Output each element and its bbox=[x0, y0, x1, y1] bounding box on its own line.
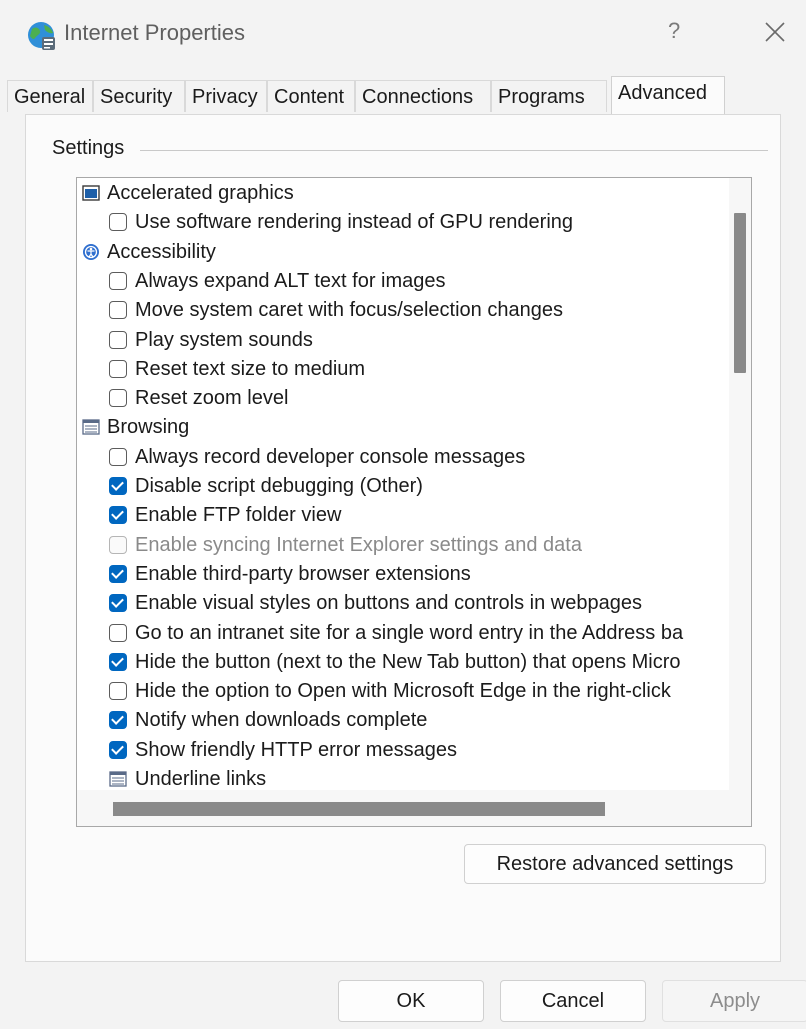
settings-option[interactable]: Show friendly HTTP error messages bbox=[77, 736, 727, 764]
setting-label: Accelerated graphics bbox=[107, 182, 294, 204]
horizontal-scrollbar[interactable] bbox=[77, 790, 751, 826]
settings-option[interactable]: Play system sounds bbox=[77, 326, 727, 354]
window-title: Internet Properties bbox=[64, 20, 245, 45]
option-checkbox[interactable] bbox=[109, 564, 127, 583]
settings-category[interactable]: Browsing bbox=[77, 413, 727, 441]
restore-advanced-settings-button[interactable]: Restore advanced settings bbox=[464, 844, 766, 884]
setting-label: Underline links bbox=[135, 768, 267, 790]
setting-label: Hide the option to Open with Microsoft E… bbox=[135, 680, 671, 703]
setting-label: Enable FTP folder view bbox=[135, 504, 342, 527]
settings-option[interactable]: Use software rendering instead of GPU re… bbox=[77, 208, 727, 236]
help-button[interactable]: ? bbox=[668, 18, 680, 44]
option-checkbox[interactable] bbox=[109, 389, 127, 408]
option-checkbox[interactable] bbox=[109, 711, 127, 730]
settings-option[interactable]: Always record developer console messages bbox=[77, 443, 727, 471]
dialog-footer: OK Cancel Apply bbox=[0, 962, 806, 1029]
option-checkbox[interactable] bbox=[109, 447, 127, 466]
advanced-panel: Settings Accelerated graphics Use softwar… bbox=[25, 114, 781, 962]
settings-option[interactable]: Enable third-party browser extensions bbox=[77, 560, 727, 588]
setting-label: Reset text size to medium bbox=[135, 357, 366, 380]
setting-label: Accessibility bbox=[107, 240, 216, 263]
setting-label: Go to an intranet site for a single word… bbox=[135, 621, 684, 644]
settings-option[interactable]: Notify when downloads complete bbox=[77, 706, 727, 734]
setting-label: Use software rendering instead of GPU re… bbox=[135, 211, 574, 234]
option-checkbox[interactable] bbox=[109, 652, 127, 671]
settings-option[interactable]: Hide the option to Open with Microsoft E… bbox=[77, 677, 727, 705]
accessibility-icon bbox=[83, 243, 99, 260]
list-icon bbox=[82, 419, 100, 436]
vertical-scroll-thumb[interactable] bbox=[734, 213, 746, 373]
option-checkbox[interactable] bbox=[109, 213, 127, 232]
setting-label: Show friendly HTTP error messages bbox=[135, 738, 457, 761]
option-checkbox[interactable] bbox=[109, 330, 127, 349]
apply-button[interactable]: Apply bbox=[662, 980, 806, 1022]
close-icon[interactable] bbox=[760, 14, 790, 50]
settings-option[interactable]: Reset zoom level bbox=[77, 384, 727, 412]
title-bar: Internet Properties ? bbox=[0, 0, 806, 70]
settings-subcategory[interactable]: Underline links bbox=[77, 765, 727, 790]
settings-category[interactable]: Accelerated graphics bbox=[77, 179, 727, 207]
setting-label: Enable syncing Internet Explorer setting… bbox=[135, 533, 582, 556]
settings-option[interactable]: Disable script debugging (Other) bbox=[77, 472, 727, 500]
settings-option[interactable]: Enable FTP folder view bbox=[77, 501, 727, 529]
settings-option[interactable]: Always expand ALT text for images bbox=[77, 267, 727, 295]
settings-category[interactable]: Accessibility bbox=[77, 238, 727, 266]
tab-content[interactable]: Content bbox=[267, 80, 355, 112]
ok-button[interactable]: OK bbox=[338, 980, 484, 1022]
tab-programs[interactable]: Programs bbox=[491, 80, 607, 112]
option-checkbox[interactable] bbox=[109, 477, 127, 495]
settings-option[interactable]: Enable visual styles on buttons and cont… bbox=[77, 589, 727, 617]
setting-label: Enable visual styles on buttons and cont… bbox=[135, 592, 642, 615]
vertical-scrollbar[interactable] bbox=[729, 178, 751, 790]
horizontal-scroll-thumb[interactable] bbox=[113, 802, 605, 816]
settings-option[interactable]: Hide the button (next to the New Tab but… bbox=[77, 648, 727, 676]
monitor-icon bbox=[82, 185, 100, 201]
settings-option[interactable]: Reset text size to medium bbox=[77, 355, 727, 383]
tab-security[interactable]: Security bbox=[93, 80, 185, 112]
settings-list: Accelerated graphics Use software renderi… bbox=[77, 178, 727, 790]
list-icon bbox=[109, 771, 127, 787]
settings-option[interactable]: Enable syncing Internet Explorer setting… bbox=[77, 531, 727, 559]
setting-label: Reset zoom level bbox=[135, 387, 289, 410]
option-checkbox[interactable] bbox=[109, 359, 127, 378]
group-divider bbox=[140, 150, 768, 151]
tab-connections[interactable]: Connections bbox=[355, 80, 491, 112]
setting-label: Hide the button (next to the New Tab but… bbox=[135, 650, 681, 673]
option-checkbox[interactable] bbox=[109, 682, 127, 701]
option-checkbox[interactable] bbox=[109, 271, 127, 290]
setting-label: Always expand ALT text for images bbox=[135, 269, 446, 292]
setting-label: Browsing bbox=[107, 416, 190, 439]
setting-label: Enable third-party browser extensions bbox=[135, 562, 471, 585]
option-checkbox bbox=[109, 535, 127, 554]
tab-general[interactable]: General bbox=[7, 80, 93, 112]
setting-label: Notify when downloads complete bbox=[135, 709, 428, 732]
settings-option[interactable]: Move system caret with focus/selection c… bbox=[77, 296, 727, 324]
tab-privacy[interactable]: Privacy bbox=[185, 80, 267, 112]
option-checkbox[interactable] bbox=[109, 506, 127, 525]
option-checkbox[interactable] bbox=[109, 301, 127, 320]
option-checkbox[interactable] bbox=[109, 623, 127, 642]
cancel-button[interactable]: Cancel bbox=[500, 980, 646, 1022]
setting-label: Play system sounds bbox=[135, 328, 313, 351]
setting-label: Always record developer console messages bbox=[135, 445, 526, 468]
globe-icon bbox=[28, 22, 55, 50]
option-checkbox[interactable] bbox=[109, 740, 127, 759]
setting-label: Move system caret with focus/selection c… bbox=[135, 299, 563, 322]
settings-tree[interactable]: Accelerated graphics Use software renderi… bbox=[76, 177, 752, 827]
option-checkbox[interactable] bbox=[109, 594, 127, 613]
settings-option[interactable]: Go to an intranet site for a single word… bbox=[77, 619, 727, 647]
settings-group-label: Settings bbox=[52, 137, 133, 160]
tab-advanced[interactable]: Advanced bbox=[611, 76, 725, 114]
setting-label: Disable script debugging (Other) bbox=[135, 475, 423, 497]
